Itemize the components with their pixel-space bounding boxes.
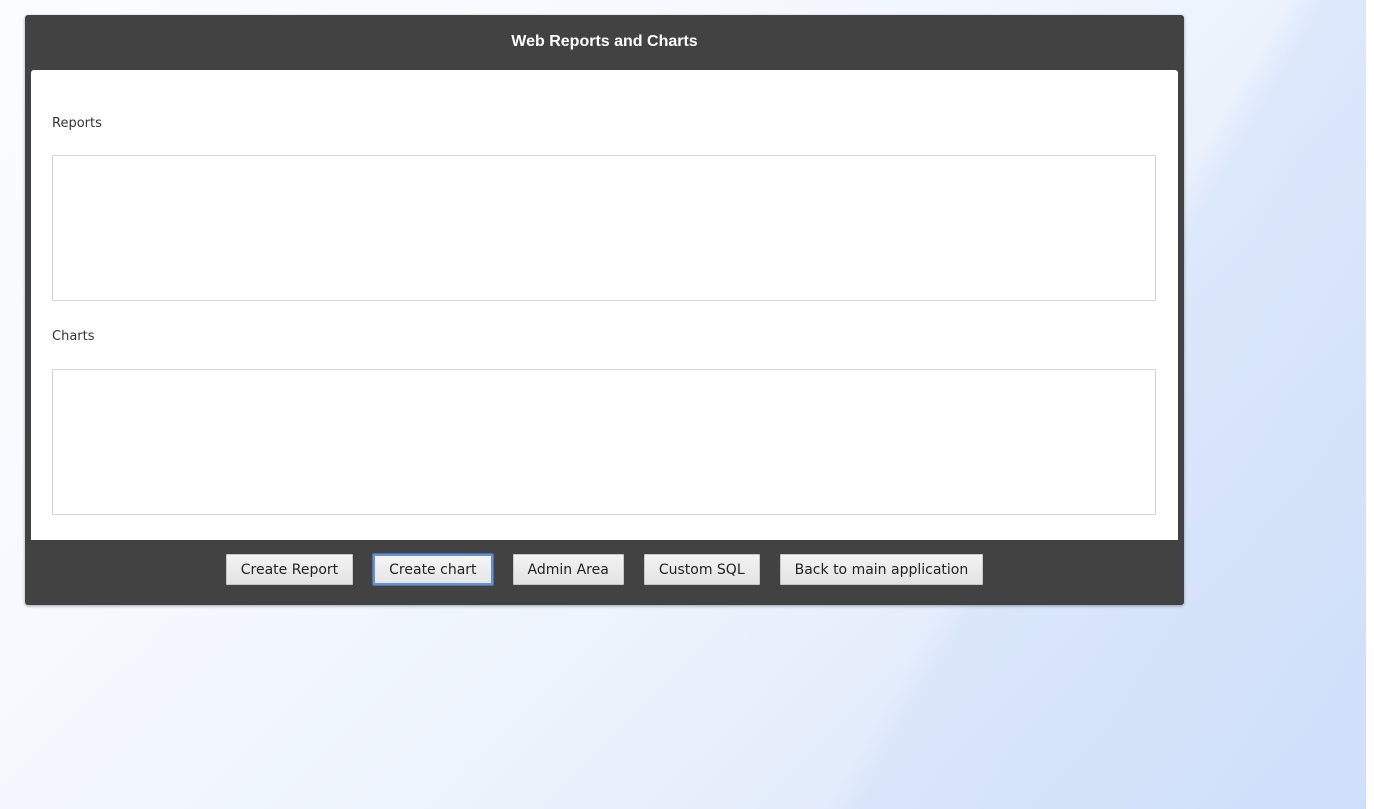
panel-title: Web Reports and Charts bbox=[511, 32, 698, 50]
charts-list[interactable] bbox=[52, 369, 1156, 515]
reports-charts-panel: Web Reports and Charts Reports Charts Cr… bbox=[25, 15, 1184, 605]
reports-label: Reports bbox=[52, 116, 102, 131]
back-to-main-button[interactable]: Back to main application bbox=[779, 554, 984, 585]
create-chart-button[interactable]: Create chart bbox=[373, 554, 493, 585]
create-report-button[interactable]: Create Report bbox=[225, 554, 354, 585]
window-edge bbox=[1366, 0, 1374, 809]
admin-area-button[interactable]: Admin Area bbox=[512, 554, 624, 585]
panel-body: Reports Charts bbox=[31, 70, 1178, 540]
action-button-bar: Create Report Create chart Admin Area Cu… bbox=[25, 540, 1184, 605]
charts-label: Charts bbox=[52, 329, 95, 344]
reports-list[interactable] bbox=[52, 155, 1156, 301]
custom-sql-button[interactable]: Custom SQL bbox=[643, 554, 760, 585]
